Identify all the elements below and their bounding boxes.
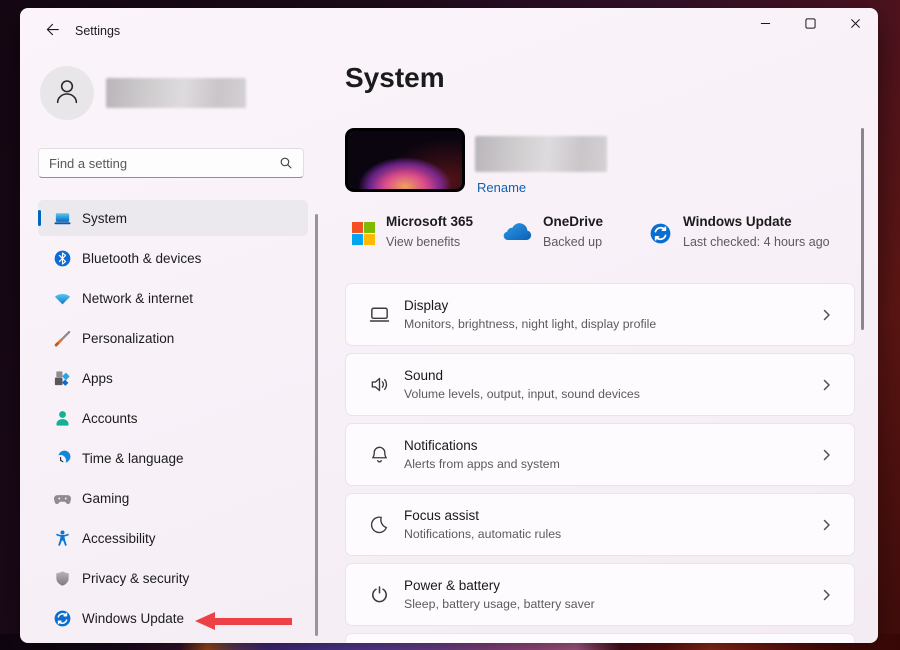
sidebar-item-label: Privacy & security (82, 571, 189, 586)
onedrive-tile[interactable]: OneDrive Backed up (500, 214, 603, 249)
apps-icon (52, 368, 72, 388)
card-sound[interactable]: Sound Volume levels, output, input, soun… (345, 353, 855, 416)
card-display[interactable]: Display Monitors, brightness, night ligh… (345, 283, 855, 346)
onedrive-icon (500, 222, 532, 249)
tile-subtitle: Last checked: 4 hours ago (683, 235, 830, 249)
sidebar-item-accounts[interactable]: Accounts (38, 400, 308, 436)
maximize-icon (805, 16, 816, 34)
minimize-icon (760, 16, 771, 34)
device-name-blurred (475, 136, 607, 172)
search-input[interactable] (39, 156, 275, 171)
personalization-icon (52, 328, 72, 348)
chevron-right-icon (821, 589, 833, 601)
sidebar-item-label: Time & language (82, 451, 184, 466)
sidebar-item-apps[interactable]: Apps (38, 360, 308, 396)
minimize-button[interactable] (743, 8, 788, 42)
sidebar-item-label: Accessibility (82, 531, 156, 546)
rename-link[interactable]: Rename (477, 180, 526, 195)
time-language-icon (52, 448, 72, 468)
card-title: Notifications (404, 438, 821, 453)
sidebar-item-label: Network & internet (82, 291, 193, 306)
sidebar-item-label: Accounts (82, 411, 138, 426)
search-icon (275, 156, 297, 170)
tile-title: Microsoft 365 (386, 214, 473, 229)
page-title: System (345, 62, 445, 94)
sidebar-scrollbar[interactable] (315, 214, 318, 636)
sidebar-item-bluetooth-devices[interactable]: Bluetooth & devices (38, 240, 308, 276)
gaming-icon (52, 488, 72, 508)
close-button[interactable] (833, 8, 878, 42)
display-icon (367, 303, 391, 327)
windows-update-tile[interactable]: Windows Update Last checked: 4 hours ago (649, 214, 830, 250)
back-arrow-icon (45, 22, 60, 42)
tile-title: OneDrive (543, 214, 603, 229)
sidebar-item-label: Windows Update (82, 611, 184, 626)
sidebar-item-system[interactable]: System (38, 200, 308, 236)
close-icon (850, 16, 861, 34)
sidebar-item-network-internet[interactable]: Network & internet (38, 280, 308, 316)
focus-assist-icon (367, 513, 391, 537)
card-title: Power & battery (404, 578, 821, 593)
card-subtitle: Notifications, automatic rules (404, 527, 821, 541)
sidebar-item-time-language[interactable]: Time & language (38, 440, 308, 476)
card-focus-assist[interactable]: Focus assist Notifications, automatic ru… (345, 493, 855, 556)
tile-title: Windows Update (683, 214, 830, 229)
maximize-button[interactable] (788, 8, 833, 42)
card-title: Display (404, 298, 821, 313)
accessibility-icon (52, 528, 72, 548)
tile-subtitle: Backed up (543, 235, 603, 249)
user-name-blurred (106, 78, 246, 108)
card-notifications[interactable]: Notifications Alerts from apps and syste… (345, 423, 855, 486)
windows-update-icon (649, 222, 672, 250)
card-power-battery[interactable]: Power & battery Sleep, battery usage, ba… (345, 563, 855, 626)
sidebar-item-accessibility[interactable]: Accessibility (38, 520, 308, 556)
device-thumbnail (345, 128, 465, 192)
sidebar-item-label: Apps (82, 371, 113, 386)
chevron-right-icon (821, 379, 833, 391)
back-button[interactable] (36, 20, 68, 44)
main-scrollbar[interactable] (861, 128, 864, 330)
bluetooth-icon (52, 248, 72, 268)
microsoft-365-tile[interactable]: Microsoft 365 View benefits (352, 214, 473, 250)
power-icon (367, 583, 391, 607)
chevron-right-icon (821, 519, 833, 531)
card-partial-next (345, 633, 855, 643)
sidebar-item-label: System (82, 211, 127, 226)
chevron-right-icon (821, 449, 833, 461)
card-subtitle: Sleep, battery usage, battery saver (404, 597, 821, 611)
privacy-icon (52, 568, 72, 588)
notifications-icon (367, 443, 391, 467)
sound-icon (367, 373, 391, 397)
search-box (38, 148, 304, 178)
network-icon (52, 288, 72, 308)
card-title: Focus assist (404, 508, 821, 523)
card-subtitle: Volume levels, output, input, sound devi… (404, 387, 821, 401)
window-title: Settings (75, 24, 120, 38)
microsoft-logo (352, 222, 375, 250)
accounts-icon (52, 408, 72, 428)
card-title: Sound (404, 368, 821, 383)
system-icon (52, 208, 72, 228)
person-icon (49, 73, 85, 114)
card-subtitle: Alerts from apps and system (404, 457, 821, 471)
window-controls (743, 8, 878, 48)
settings-window: Settings System (20, 8, 878, 643)
sidebar-item-label: Personalization (82, 331, 174, 346)
sidebar-item-personalization[interactable]: Personalization (38, 320, 308, 356)
avatar[interactable] (40, 66, 94, 120)
sidebar-item-label: Bluetooth & devices (82, 251, 201, 266)
sidebar-item-windows-update[interactable]: Windows Update (38, 600, 308, 636)
tile-subtitle: View benefits (386, 235, 473, 249)
card-subtitle: Monitors, brightness, night light, displ… (404, 317, 821, 331)
chevron-right-icon (821, 309, 833, 321)
sidebar-item-label: Gaming (82, 491, 129, 506)
sidebar-item-gaming[interactable]: Gaming (38, 480, 308, 516)
windows-update-icon (52, 608, 72, 628)
device-wallpaper-preview (348, 131, 462, 189)
sidebar-item-privacy-security[interactable]: Privacy & security (38, 560, 308, 596)
sidebar-nav: System Bluetooth & devices Network & int… (38, 200, 308, 640)
